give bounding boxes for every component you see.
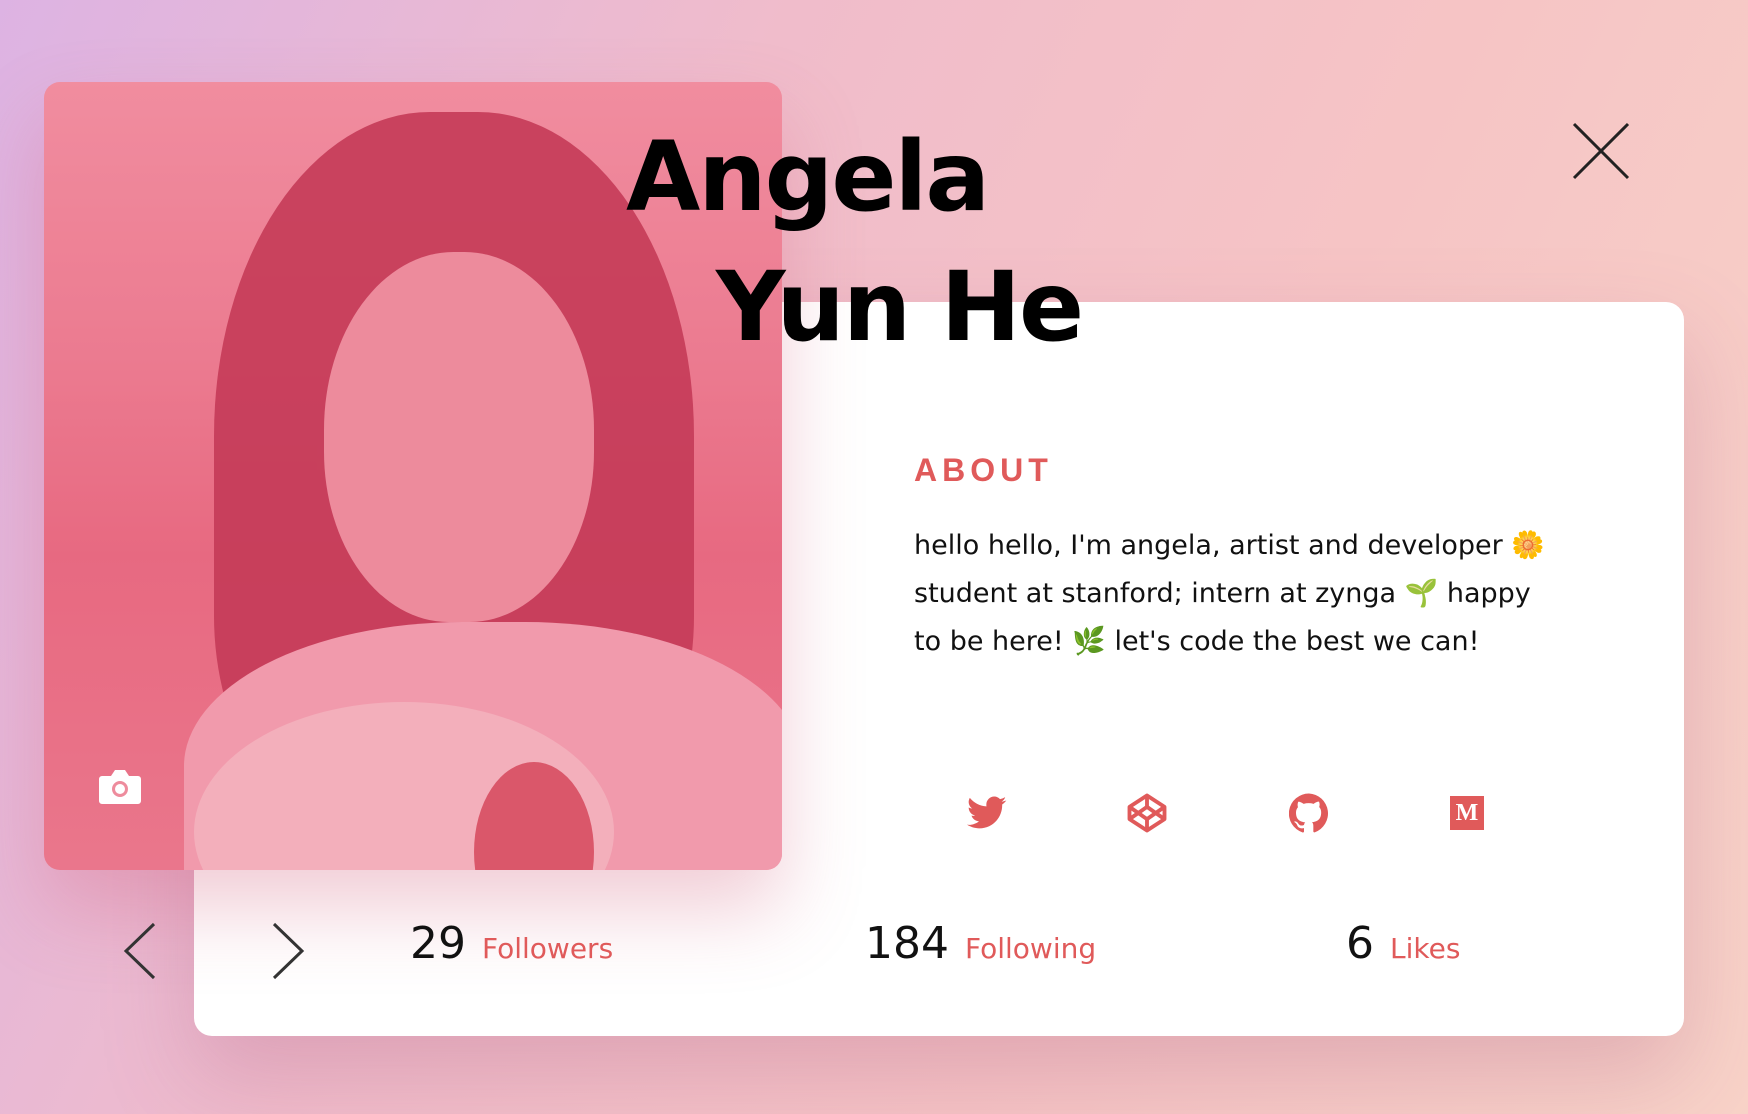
medium-icon: M — [1450, 796, 1484, 830]
close-icon[interactable] — [1568, 118, 1634, 184]
github-link[interactable] — [1286, 790, 1332, 836]
stat-following[interactable]: 184 Following — [865, 918, 1096, 969]
chevron-left-icon[interactable] — [120, 920, 160, 982]
profile-name: Angela Yun He — [626, 112, 1084, 372]
likes-count: 6 — [1346, 918, 1374, 969]
twitter-link[interactable] — [964, 790, 1010, 836]
likes-label: Likes — [1390, 932, 1461, 965]
name-line-2: Yun He — [716, 251, 1084, 363]
medium-link[interactable]: M — [1444, 790, 1490, 836]
followers-label: Followers — [482, 932, 614, 965]
social-links: M — [964, 790, 1504, 836]
about-text: hello hello, I'm angela, artist and deve… — [914, 530, 1545, 657]
stat-likes[interactable]: 6 Likes — [1346, 918, 1460, 969]
codepen-icon — [1127, 793, 1167, 833]
twitter-icon — [967, 796, 1007, 829]
camera-icon[interactable] — [98, 766, 142, 806]
about-heading: ABOUT — [914, 452, 1053, 488]
codepen-link[interactable] — [1124, 790, 1170, 836]
followers-count: 29 — [410, 918, 466, 969]
chevron-right-icon[interactable] — [268, 920, 308, 982]
following-count: 184 — [865, 918, 949, 969]
github-icon — [1289, 793, 1328, 833]
name-line-1: Angela — [626, 121, 990, 233]
following-label: Following — [964, 932, 1097, 965]
stat-followers[interactable]: 29 Followers — [410, 918, 613, 969]
